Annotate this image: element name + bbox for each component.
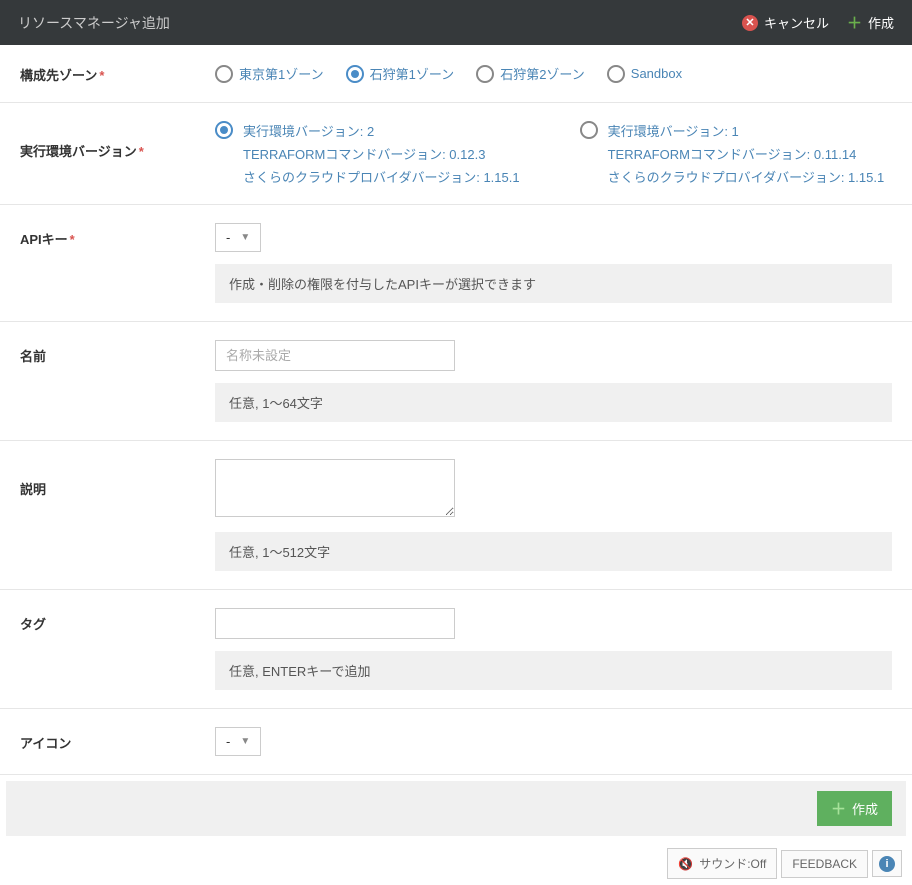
required-mark: *	[139, 144, 144, 159]
zone-option-ishikari1[interactable]: 石狩第1ゾーン	[346, 64, 455, 83]
sound-icon: 🔇	[678, 857, 693, 871]
apikey-select[interactable]: - ▼	[215, 223, 261, 252]
sound-toggle[interactable]: 🔇 サウンド:Off	[667, 848, 777, 879]
version-terraform: TERRAFORMコマンドバージョン: 0.11.14	[608, 144, 885, 163]
cancel-label: キャンセル	[764, 13, 829, 32]
tags-label: タグ	[20, 608, 215, 633]
form-container: 構成先ゾーン* 東京第1ゾーン 石狩第1ゾーン 石狩第2ゾーン Sand	[0, 45, 912, 775]
create-label: 作成	[868, 13, 894, 32]
feedback-button[interactable]: FEEDBACK	[781, 850, 868, 878]
radio-icon	[215, 65, 233, 83]
zone-option-ishikari2[interactable]: 石狩第2ゾーン	[476, 64, 585, 83]
zone-option-label: Sandbox	[631, 66, 682, 81]
form-row-version: 実行環境バージョン* 実行環境バージョン: 2 TERRAFORMコマンドバージ…	[0, 103, 912, 205]
form-row-icon: アイコン - ▼	[0, 709, 912, 775]
version-content: 実行環境バージョン: 2 TERRAFORMコマンドバージョン: 0.12.3 …	[215, 121, 892, 186]
name-hint: 任意, 1〜64文字	[215, 383, 892, 422]
form-row-zone: 構成先ゾーン* 東京第1ゾーン 石狩第1ゾーン 石狩第2ゾーン Sand	[0, 45, 912, 103]
radio-icon	[215, 121, 233, 139]
plus-icon: ＋	[847, 12, 862, 33]
icon-label: アイコン	[20, 731, 215, 752]
plus-icon: ＋	[831, 798, 846, 819]
info-icon: i	[879, 856, 895, 872]
name-input[interactable]	[215, 340, 455, 371]
version-label: 実行環境バージョン*	[20, 121, 215, 160]
version-details: 実行環境バージョン: 2 TERRAFORMコマンドバージョン: 0.12.3 …	[243, 121, 520, 186]
sound-label: サウンド:Off	[699, 855, 766, 872]
create-button-footer[interactable]: ＋ 作成	[817, 791, 892, 826]
icon-content: - ▼	[215, 727, 892, 756]
version-terraform: TERRAFORMコマンドバージョン: 0.12.3	[243, 144, 520, 163]
zone-option-label: 石狩第2ゾーン	[500, 64, 585, 83]
zone-option-label: 東京第1ゾーン	[239, 64, 324, 83]
zone-option-tokyo1[interactable]: 東京第1ゾーン	[215, 64, 324, 83]
description-textarea[interactable]	[215, 459, 455, 517]
chevron-down-icon: ▼	[240, 736, 250, 747]
name-label: 名前	[20, 340, 215, 365]
header-bar: リソースマネージャ追加 ✕ キャンセル ＋ 作成	[0, 0, 912, 45]
bottom-bar: 🔇 サウンド:Off FEEDBACK i	[0, 842, 912, 885]
version-option-2[interactable]: 実行環境バージョン: 2 TERRAFORMコマンドバージョン: 0.12.3 …	[215, 121, 520, 186]
description-hint: 任意, 1〜512文字	[215, 532, 892, 571]
create-button-header[interactable]: ＋ 作成	[847, 12, 894, 33]
zone-radio-group: 東京第1ゾーン 石狩第1ゾーン 石狩第2ゾーン Sandbox	[215, 64, 892, 83]
tags-content: 任意, ENTERキーで追加	[215, 608, 892, 690]
version-title: 実行環境バージョン: 2	[243, 121, 520, 140]
version-radio-group: 実行環境バージョン: 2 TERRAFORMコマンドバージョン: 0.12.3 …	[215, 121, 892, 186]
radio-icon	[346, 65, 364, 83]
zone-option-sandbox[interactable]: Sandbox	[607, 64, 682, 83]
tags-input[interactable]	[215, 608, 455, 639]
icon-select[interactable]: - ▼	[215, 727, 261, 756]
form-row-description: 説明 任意, 1〜512文字	[0, 441, 912, 590]
name-content: 任意, 1〜64文字	[215, 340, 892, 422]
page-title: リソースマネージャ追加	[18, 13, 170, 33]
tags-hint: 任意, ENTERキーで追加	[215, 651, 892, 690]
required-mark: *	[70, 232, 75, 247]
form-row-tags: タグ 任意, ENTERキーで追加	[0, 590, 912, 709]
feedback-label: FEEDBACK	[792, 857, 857, 871]
info-button[interactable]: i	[872, 850, 902, 877]
form-row-name: 名前 任意, 1〜64文字	[0, 322, 912, 441]
zone-option-label: 石狩第1ゾーン	[370, 64, 455, 83]
zone-content: 東京第1ゾーン 石狩第1ゾーン 石狩第2ゾーン Sandbox	[215, 64, 892, 83]
apikey-value: -	[226, 230, 230, 245]
zone-label: 構成先ゾーン*	[20, 63, 215, 84]
description-content: 任意, 1〜512文字	[215, 459, 892, 571]
close-icon: ✕	[742, 15, 758, 31]
cancel-button[interactable]: ✕ キャンセル	[742, 13, 829, 32]
apikey-content: - ▼ 作成・削除の権限を付与したAPIキーが選択できます	[215, 223, 892, 303]
apikey-hint: 作成・削除の権限を付与したAPIキーが選択できます	[215, 264, 892, 303]
header-actions: ✕ キャンセル ＋ 作成	[742, 12, 894, 33]
version-provider: さくらのクラウドプロバイダバージョン: 1.15.1	[243, 167, 520, 186]
chevron-down-icon: ▼	[240, 232, 250, 243]
radio-icon	[607, 65, 625, 83]
create-label: 作成	[852, 799, 878, 818]
version-option-1[interactable]: 実行環境バージョン: 1 TERRAFORMコマンドバージョン: 0.11.14…	[580, 121, 885, 186]
apikey-label: APIキー*	[20, 223, 215, 248]
form-row-apikey: APIキー* - ▼ 作成・削除の権限を付与したAPIキーが選択できます	[0, 205, 912, 322]
radio-icon	[476, 65, 494, 83]
description-label: 説明	[20, 459, 215, 498]
version-title: 実行環境バージョン: 1	[608, 121, 885, 140]
required-mark: *	[99, 68, 104, 83]
footer-bar: ＋ 作成	[6, 781, 906, 836]
icon-value: -	[226, 734, 230, 749]
version-provider: さくらのクラウドプロバイダバージョン: 1.15.1	[608, 167, 885, 186]
version-details: 実行環境バージョン: 1 TERRAFORMコマンドバージョン: 0.11.14…	[608, 121, 885, 186]
radio-icon	[580, 121, 598, 139]
